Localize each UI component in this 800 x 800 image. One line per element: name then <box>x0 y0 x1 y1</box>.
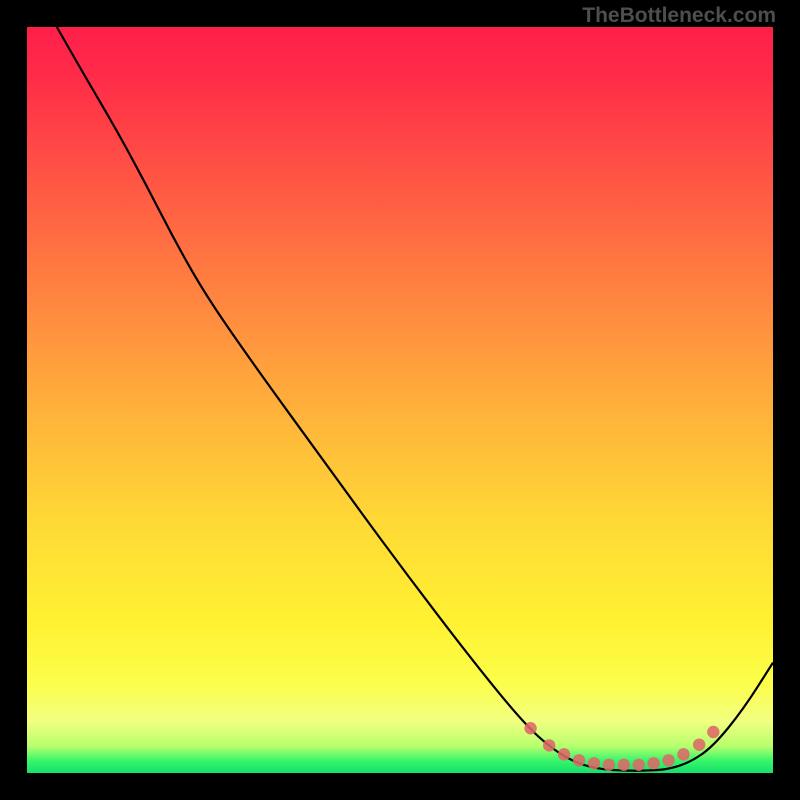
sweet-spot-dot <box>558 748 570 760</box>
sweet-spot-dot <box>662 754 674 766</box>
sweet-spot-dot <box>573 754 585 766</box>
sweet-spot-dot <box>618 759 630 771</box>
sweet-spot-dot <box>524 722 536 734</box>
sweet-spot-dot <box>603 759 615 771</box>
sweet-spot-dot <box>647 757 659 769</box>
sweet-spot-dot <box>588 757 600 769</box>
sweet-spot-dot <box>693 738 705 750</box>
sweet-spot-dot <box>677 748 689 760</box>
sweet-spot-dot <box>633 759 645 771</box>
sweet-spot-dot <box>543 739 555 751</box>
sweet-spot-dot <box>707 726 719 738</box>
bottleneck-chart: TheBottleneck.com <box>0 0 800 800</box>
plot-area <box>27 27 773 773</box>
attribution-text: TheBottleneck.com <box>582 4 776 27</box>
